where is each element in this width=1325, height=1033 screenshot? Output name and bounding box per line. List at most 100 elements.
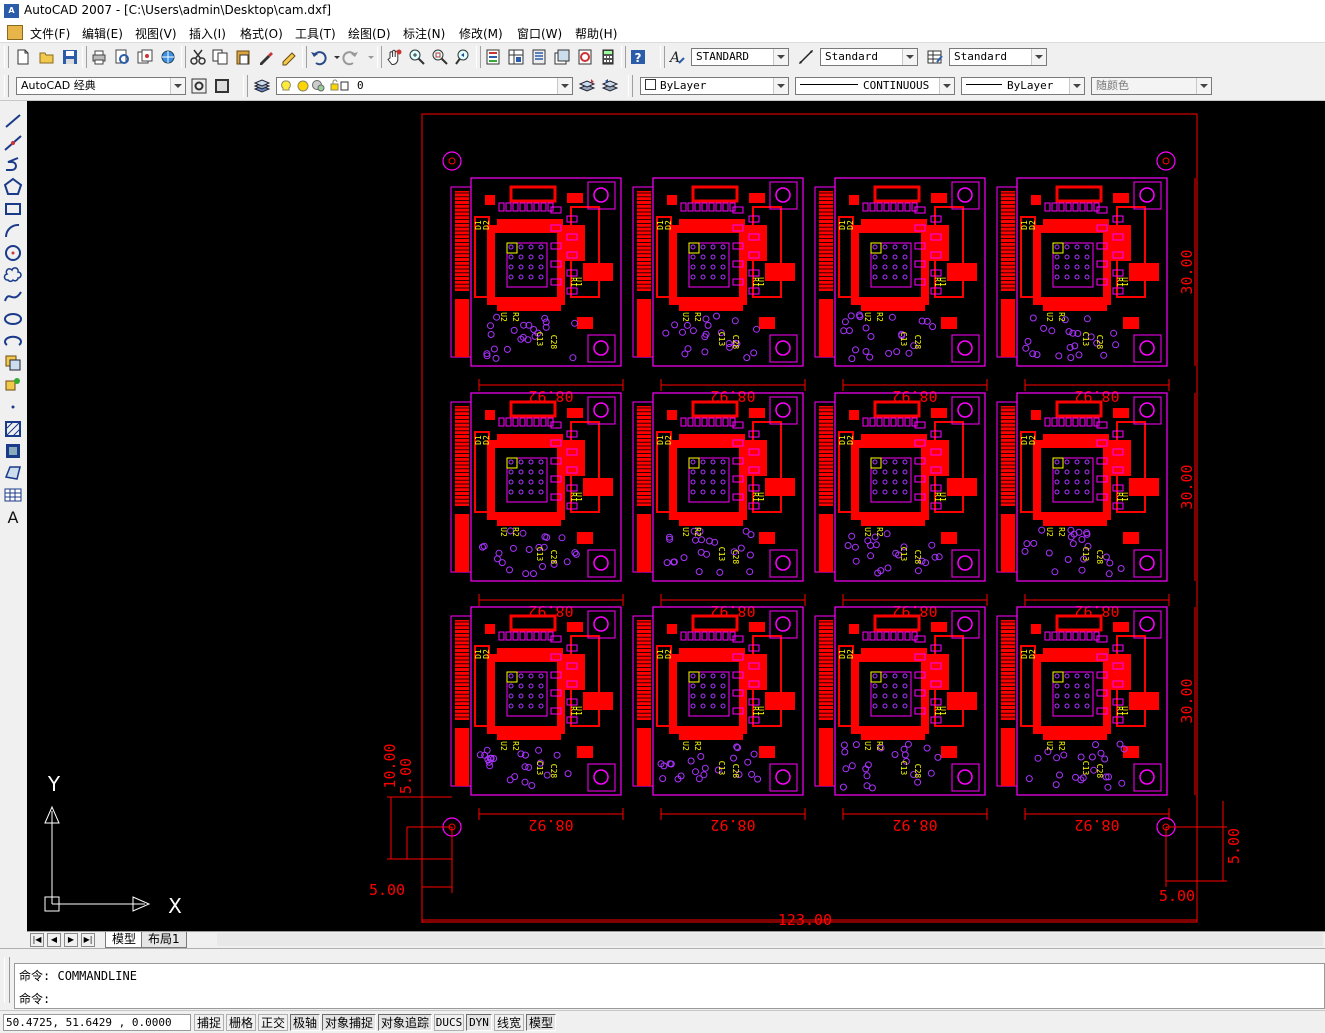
hatch-tool-icon[interactable] bbox=[3, 419, 23, 439]
prev-tab-button[interactable]: ◀ bbox=[47, 933, 61, 947]
menu-help[interactable]: 帮助(H) bbox=[575, 25, 617, 42]
block-editor-icon[interactable] bbox=[280, 48, 298, 66]
tool-palettes-icon[interactable] bbox=[530, 48, 548, 66]
save-icon[interactable] bbox=[61, 48, 79, 66]
table-tool-icon[interactable] bbox=[3, 485, 23, 505]
polar-toggle[interactable]: 极轴 bbox=[290, 1014, 320, 1031]
help-icon[interactable]: ? bbox=[629, 48, 647, 66]
autocad-app-icon[interactable]: A bbox=[4, 4, 19, 18]
workspace-dropdown[interactable]: AutoCAD 经典 bbox=[16, 77, 186, 95]
document-menu-icon[interactable] bbox=[7, 25, 23, 40]
plot-preview-icon[interactable] bbox=[113, 48, 131, 66]
sheet-set-manager-icon[interactable] bbox=[553, 48, 571, 66]
undo-dropdown-icon[interactable] bbox=[328, 48, 340, 66]
menu-draw[interactable]: 绘图(D) bbox=[348, 25, 391, 42]
toolbar-grip[interactable] bbox=[4, 46, 9, 68]
multiline-text-tool-icon[interactable]: A bbox=[3, 507, 23, 527]
polygon-tool-icon[interactable] bbox=[3, 177, 23, 197]
polyline-tool-icon[interactable] bbox=[3, 155, 23, 175]
ortho-toggle[interactable]: 正交 bbox=[258, 1014, 288, 1031]
layer-properties-manager-icon[interactable] bbox=[253, 77, 271, 95]
toolbar-grip[interactable] bbox=[243, 75, 248, 97]
paste-icon[interactable] bbox=[234, 48, 252, 66]
make-object-layer-current-icon[interactable] bbox=[578, 77, 596, 95]
menu-format[interactable]: 格式(O) bbox=[240, 25, 283, 42]
quickcalc-icon[interactable] bbox=[599, 48, 617, 66]
zoom-realtime-icon[interactable] bbox=[408, 48, 426, 66]
layer-previous-icon[interactable] bbox=[601, 77, 619, 95]
menu-window[interactable]: 窗口(W) bbox=[517, 25, 562, 42]
zoom-window-icon[interactable] bbox=[431, 48, 449, 66]
dimension-style-icon[interactable] bbox=[797, 48, 815, 66]
properties-icon[interactable] bbox=[484, 48, 502, 66]
toolbar-grip[interactable] bbox=[628, 75, 633, 97]
circle-tool-icon[interactable] bbox=[3, 243, 23, 263]
workspace-settings-icon[interactable] bbox=[190, 77, 208, 95]
ellipse-arc-tool-icon[interactable] bbox=[3, 331, 23, 351]
first-tab-button[interactable]: |◀ bbox=[30, 933, 44, 947]
last-tab-button[interactable]: ▶| bbox=[81, 933, 95, 947]
construction-line-tool-icon[interactable] bbox=[3, 133, 23, 153]
redo-icon[interactable] bbox=[342, 48, 360, 66]
make-block-tool-icon[interactable] bbox=[3, 375, 23, 395]
ellipse-tool-icon[interactable] bbox=[3, 309, 23, 329]
coordinate-display[interactable]: 50.4725, 51.6429 , 0.0000 bbox=[3, 1014, 191, 1031]
menu-modify[interactable]: 修改(M) bbox=[459, 25, 503, 42]
publish-icon[interactable] bbox=[136, 48, 154, 66]
osnap-toggle[interactable]: 对象捕捉 bbox=[322, 1014, 376, 1031]
menu-file[interactable]: 文件(F) bbox=[30, 25, 70, 42]
match-properties-icon[interactable] bbox=[257, 48, 275, 66]
open-file-icon[interactable] bbox=[38, 48, 56, 66]
lineweight-toggle[interactable]: 线宽 bbox=[494, 1014, 524, 1031]
menu-tools[interactable]: 工具(T) bbox=[295, 25, 336, 42]
dimension-style-dropdown[interactable]: Standard bbox=[820, 48, 918, 66]
toolbar-grip[interactable] bbox=[660, 46, 665, 68]
horizontal-scrollbar[interactable] bbox=[217, 933, 1323, 946]
command-input-line[interactable]: 命令: bbox=[19, 990, 50, 1007]
publish-web-icon[interactable] bbox=[159, 48, 177, 66]
arc-tool-icon[interactable] bbox=[3, 221, 23, 241]
tab-layout1[interactable]: 布局1 bbox=[141, 932, 187, 948]
insert-block-tool-icon[interactable] bbox=[3, 353, 23, 373]
layer-dropdown[interactable]: 0 bbox=[276, 77, 573, 95]
copy-icon[interactable] bbox=[211, 48, 229, 66]
menu-dimension[interactable]: 标注(N) bbox=[403, 25, 445, 42]
lineweight-control-dropdown[interactable]: ByLayer bbox=[961, 77, 1085, 95]
next-tab-button[interactable]: ▶ bbox=[64, 933, 78, 947]
spline-tool-icon[interactable] bbox=[3, 287, 23, 307]
undo-icon[interactable] bbox=[309, 48, 327, 66]
snap-toggle[interactable]: 捕捉 bbox=[194, 1014, 224, 1031]
my-workspace-icon[interactable] bbox=[213, 77, 231, 95]
grid-toggle[interactable]: 栅格 bbox=[226, 1014, 256, 1031]
text-style-dropdown[interactable]: STANDARD bbox=[691, 48, 789, 66]
command-history-box[interactable]: 命令: COMMANDLINE 命令: bbox=[14, 963, 1325, 1009]
markup-set-manager-icon[interactable] bbox=[576, 48, 594, 66]
drawing-canvas[interactable]: D1 D2 R1 U1 R2 U2 C13 C28 08.92 D1 D2 R1 U1 R2 U2 C13 C2… bbox=[27, 101, 1325, 931]
line-tool-icon[interactable] bbox=[3, 111, 23, 131]
text-style-icon[interactable]: A bbox=[668, 48, 686, 66]
pan-realtime-icon[interactable] bbox=[385, 48, 403, 66]
linetype-control-dropdown[interactable]: CONTINUOUS bbox=[795, 77, 955, 95]
design-center-icon[interactable] bbox=[507, 48, 525, 66]
table-style-dropdown[interactable]: Standard bbox=[949, 48, 1047, 66]
new-file-icon[interactable] bbox=[14, 48, 32, 66]
color-control-dropdown[interactable]: ByLayer bbox=[640, 77, 789, 95]
revision-cloud-tool-icon[interactable] bbox=[3, 265, 23, 285]
print-icon[interactable] bbox=[90, 48, 108, 66]
rectangle-tool-icon[interactable] bbox=[3, 199, 23, 219]
toolbar-grip[interactable] bbox=[4, 75, 9, 97]
tab-model[interactable]: 模型 bbox=[105, 932, 144, 948]
menu-view[interactable]: 视图(V) bbox=[135, 25, 177, 42]
cut-icon[interactable] bbox=[189, 48, 207, 66]
gradient-tool-icon[interactable] bbox=[3, 441, 23, 461]
command-window-grip[interactable] bbox=[4, 957, 10, 1003]
zoom-previous-icon[interactable] bbox=[454, 48, 472, 66]
ducs-toggle[interactable]: DUCS bbox=[434, 1014, 464, 1031]
point-tool-icon[interactable] bbox=[3, 397, 23, 417]
region-tool-icon[interactable] bbox=[3, 463, 23, 483]
otrack-toggle[interactable]: 对象追踪 bbox=[378, 1014, 432, 1031]
menu-edit[interactable]: 编辑(E) bbox=[82, 25, 123, 42]
menu-insert[interactable]: 插入(I) bbox=[189, 25, 226, 42]
dyn-toggle[interactable]: DYN bbox=[466, 1014, 492, 1031]
table-style-icon[interactable] bbox=[926, 48, 944, 66]
